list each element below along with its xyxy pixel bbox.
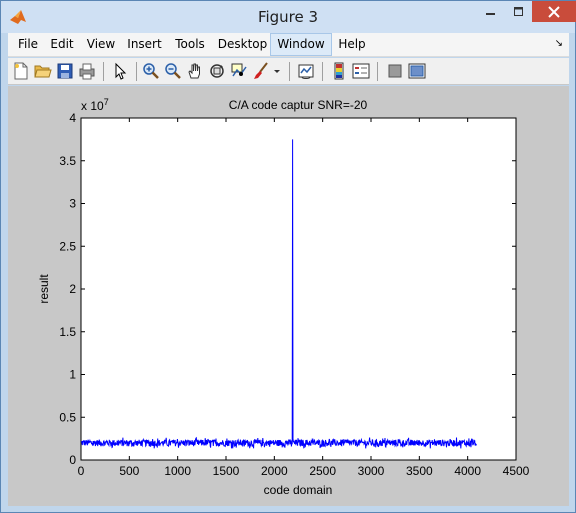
toolbar-separator — [377, 62, 378, 81]
pointer-icon[interactable] — [111, 62, 129, 80]
y-tick-label: 4 — [69, 111, 76, 125]
toolbar-separator — [289, 62, 290, 81]
menu-window[interactable]: Window — [270, 33, 332, 56]
menu-insert[interactable]: Insert — [122, 33, 167, 56]
maximize-button[interactable] — [505, 1, 532, 22]
zoom-out-icon[interactable] — [164, 62, 182, 80]
figure-canvas[interactable]: C/A code captur SNR=-20 x 107 code domai… — [8, 86, 569, 506]
y-axis-label: result — [37, 274, 51, 304]
x-tick-label: 500 — [119, 464, 139, 478]
y-tick-label: 0.5 — [59, 410, 76, 424]
legend-icon[interactable] — [352, 62, 370, 80]
x-tick-label: 1500 — [213, 464, 240, 478]
y-tick-label: 3 — [69, 197, 76, 211]
data-cursor-icon[interactable] — [230, 62, 248, 80]
y-tick-label: 1.5 — [59, 325, 76, 339]
figure-toolbar — [8, 58, 569, 85]
maximize-icon — [513, 6, 523, 16]
y-exponent-label: x 107 — [81, 97, 109, 113]
y-tick-label: 3.5 — [59, 154, 76, 168]
x-tick-label: 0 — [78, 464, 85, 478]
hide-plot-tools-icon[interactable] — [386, 62, 404, 80]
title-bar[interactable]: Figure 3 — [1, 1, 576, 33]
menu-bar: File Edit View Insert Tools Desktop Wind… — [8, 33, 569, 57]
x-tick-label: 2500 — [309, 464, 336, 478]
toolbar-separator — [136, 62, 137, 81]
x-tick-label: 1000 — [164, 464, 191, 478]
pan-hand-icon[interactable] — [186, 62, 204, 80]
show-plot-tools-icon[interactable] — [408, 62, 426, 80]
y-tick-label: 1 — [69, 368, 76, 382]
menu-edit[interactable]: Edit — [46, 33, 78, 56]
toolbar-separator — [322, 62, 323, 81]
y-tick-label: 2 — [69, 282, 76, 296]
menu-desktop[interactable]: Desktop — [215, 33, 270, 56]
minimize-button[interactable] — [477, 1, 504, 22]
new-figure-icon[interactable] — [12, 62, 30, 80]
y-tick-label: 2.5 — [59, 239, 76, 253]
open-file-icon[interactable] — [34, 62, 52, 80]
x-axis-label: code domain — [264, 483, 333, 497]
x-tick-label: 3000 — [358, 464, 385, 478]
brush-dropdown-icon[interactable] — [272, 62, 282, 80]
save-icon[interactable] — [56, 62, 74, 80]
chart-title: C/A code captur SNR=-20 — [229, 98, 368, 112]
colorbar-icon[interactable] — [330, 62, 348, 80]
minimize-icon — [485, 12, 495, 15]
close-icon — [548, 5, 560, 18]
brush-icon[interactable] — [252, 62, 270, 80]
x-tick-label: 4500 — [503, 464, 530, 478]
y-tick-label: 0 — [69, 453, 76, 467]
dock-arrow-icon[interactable]: ↘ — [555, 38, 563, 49]
axes-box[interactable] — [80, 117, 517, 461]
figure-window: Figure 3 File Edit View Insert Tools Des… — [0, 0, 576, 513]
x-tick-label: 3500 — [406, 464, 433, 478]
menu-file[interactable]: File — [12, 33, 44, 56]
x-tick-label: 4000 — [454, 464, 481, 478]
menu-tools[interactable]: Tools — [169, 33, 211, 56]
rotate-3d-icon[interactable] — [208, 62, 226, 80]
menu-help[interactable]: Help — [334, 33, 370, 56]
menu-view[interactable]: View — [82, 33, 120, 56]
x-tick-label: 2000 — [261, 464, 288, 478]
close-button[interactable] — [532, 1, 576, 22]
link-plot-icon[interactable] — [297, 62, 315, 80]
print-icon[interactable] — [78, 62, 96, 80]
toolbar-separator — [103, 62, 104, 81]
plot-svg[interactable]: C/A code captur SNR=-20 x 107 code domai… — [8, 86, 569, 506]
zoom-in-icon[interactable] — [142, 62, 160, 80]
